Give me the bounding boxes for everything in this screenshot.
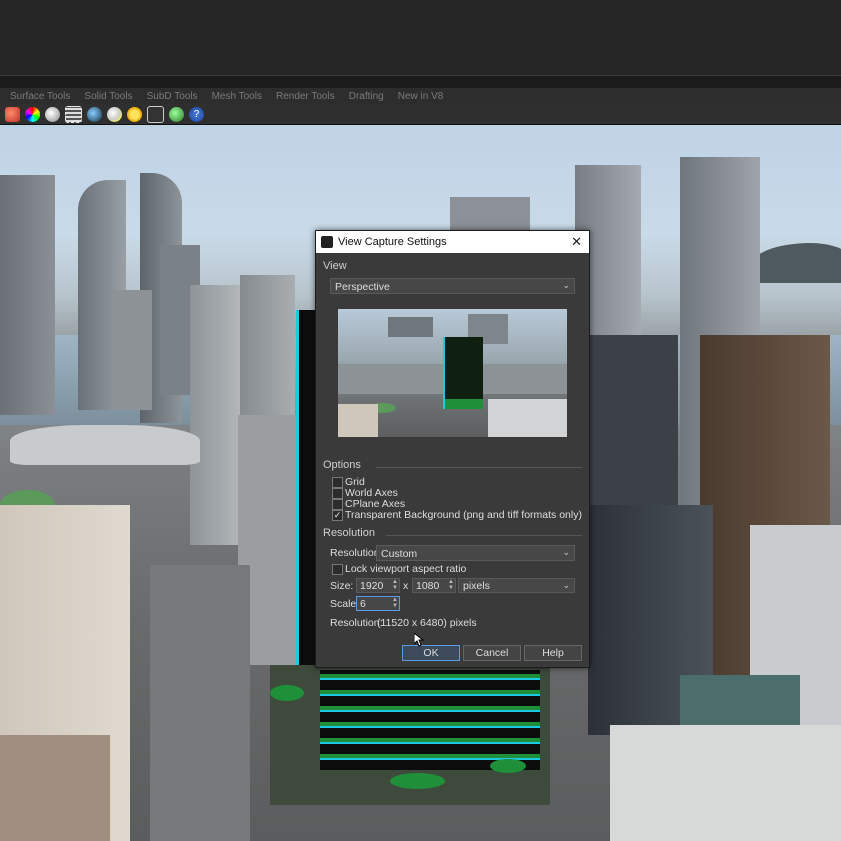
unit-select[interactable]: pixels ⌄ — [458, 578, 575, 593]
help-icon[interactable]: ? — [189, 106, 204, 122]
chevron-down-icon: ⌄ — [562, 547, 570, 557]
size-x-separator: x — [403, 580, 409, 592]
menu-strip — [0, 75, 841, 88]
building — [610, 725, 841, 841]
cplane-axes-checkbox[interactable] — [332, 499, 343, 510]
width-input[interactable]: 1920 ▲ ▼ — [356, 578, 400, 593]
result-resolution-label: Resolution: — [330, 617, 383, 629]
options-section-label: Options — [323, 459, 361, 471]
resolution-label: Resolution: — [330, 547, 383, 559]
rendered-sphere-icon[interactable] — [5, 106, 20, 122]
transparent-bg-label: Transparent Background (png and tiff for… — [345, 509, 582, 521]
view-capture-dialog: View Capture Settings ✕ View Perspective… — [315, 230, 590, 668]
dialog-title: View Capture Settings — [338, 236, 447, 248]
building — [190, 285, 240, 545]
rhino-icon — [321, 236, 333, 248]
view-select[interactable]: Perspective ⌄ — [330, 278, 575, 294]
dialog-title-bar[interactable]: View Capture Settings ✕ — [316, 231, 589, 253]
help-button[interactable]: Help — [524, 645, 582, 661]
tab-solid-tools[interactable]: Solid Tools — [84, 91, 132, 102]
green-roof — [390, 773, 445, 789]
road — [150, 565, 250, 841]
building — [0, 735, 110, 841]
tab-new-in-v8[interactable]: New in V8 — [398, 91, 444, 102]
tab-subd-tools[interactable]: SubD Tools — [147, 91, 198, 102]
building — [0, 175, 55, 415]
scale-label: Scale: — [330, 598, 360, 610]
tab-surface-tools[interactable]: Surface Tools — [10, 91, 70, 102]
divider — [376, 467, 582, 468]
toolbar-tabs: Surface Tools Solid Tools SubD Tools Mes… — [0, 88, 841, 104]
color-wheel-icon[interactable] — [25, 106, 40, 122]
size-label: Size: — [330, 580, 354, 592]
building — [112, 290, 152, 410]
mouse-cursor-icon — [414, 633, 424, 647]
blue-sphere-icon[interactable] — [87, 106, 102, 122]
tab-drafting[interactable]: Drafting — [349, 91, 384, 102]
lock-aspect-label: Lock viewport aspect ratio — [345, 563, 467, 575]
green-roof — [490, 759, 526, 773]
divider — [386, 535, 582, 536]
network-icon[interactable] — [147, 105, 164, 123]
light-bulb-icon[interactable] — [107, 106, 122, 122]
scale-input[interactable]: 6 ▲ ▼ — [356, 596, 400, 611]
lock-aspect-checkbox[interactable] — [332, 564, 343, 575]
close-icon[interactable]: ✕ — [571, 234, 582, 250]
chevron-down-icon: ⌄ — [562, 580, 570, 590]
capture-preview — [338, 309, 567, 437]
resolution-select[interactable]: Custom ⌄ — [376, 545, 575, 561]
icon-toolbar: ? — [0, 104, 841, 125]
sun-icon[interactable] — [127, 106, 142, 122]
green-roof — [270, 685, 304, 701]
mountain — [750, 243, 841, 283]
tab-render-tools[interactable]: Render Tools — [276, 91, 335, 102]
spin-arrows-icon[interactable]: ▲ ▼ — [392, 579, 398, 591]
height-input[interactable]: 1080 ▲ ▼ — [412, 578, 456, 593]
cancel-button[interactable]: Cancel — [463, 645, 521, 661]
resolution-section-label: Resolution — [323, 527, 375, 539]
transparent-bg-checkbox[interactable]: ✓ — [332, 510, 343, 521]
tab-mesh-tools[interactable]: Mesh Tools — [212, 91, 262, 102]
modeled-base — [320, 670, 540, 770]
chevron-down-icon: ⌄ — [562, 280, 570, 290]
stadium-roof — [10, 425, 200, 465]
spin-arrows-icon[interactable]: ▲ ▼ — [392, 597, 398, 609]
grid-checkbox[interactable] — [332, 477, 343, 488]
view-section-label: View — [323, 260, 347, 272]
ok-button[interactable]: OK — [402, 645, 460, 661]
globe-icon[interactable] — [169, 106, 184, 122]
result-resolution-value: (11520 x 6480) pixels — [377, 617, 477, 629]
grid-select-icon[interactable] — [65, 105, 82, 123]
sphere-icon[interactable] — [45, 106, 60, 122]
title-area — [0, 0, 841, 75]
world-axes-checkbox[interactable] — [332, 488, 343, 499]
spin-arrows-icon[interactable]: ▲ ▼ — [448, 579, 454, 591]
